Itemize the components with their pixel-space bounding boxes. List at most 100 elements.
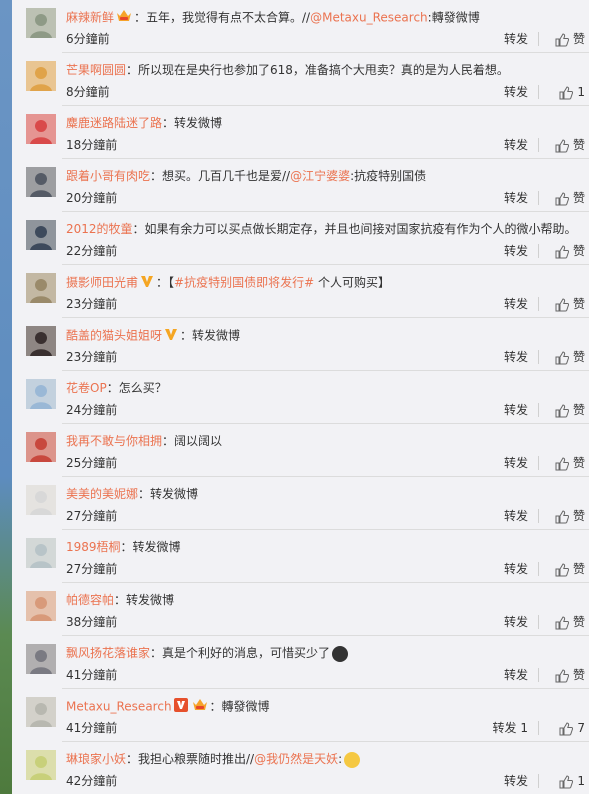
- like-button[interactable]: 赞: [555, 401, 585, 419]
- repost-button[interactable]: 转发 1: [493, 719, 528, 737]
- avatar[interactable]: [26, 697, 56, 727]
- username-link[interactable]: 帕德容帕: [66, 593, 114, 607]
- username-link[interactable]: 2012的牧童: [66, 222, 133, 236]
- mention-link[interactable]: @Metaxu_Research: [310, 11, 428, 25]
- like-label: 赞: [572, 350, 585, 364]
- thumbs-up-icon: [559, 721, 577, 735]
- repost-button[interactable]: 转发: [504, 454, 528, 472]
- avatar[interactable]: [26, 8, 56, 38]
- username-link[interactable]: 跟着小哥有肉吃: [66, 169, 150, 183]
- username-link[interactable]: 1989梧桐: [66, 540, 121, 554]
- username-link[interactable]: 飘风扬花落谁家: [66, 646, 150, 660]
- comment-row: 琳琅家小妖：我担心粮票随时推出//@我仍然是天妖: 42分鐘前 转发 1: [12, 742, 589, 794]
- like-button[interactable]: 赞: [555, 507, 585, 525]
- verified-red-v-icon[interactable]: [173, 698, 188, 716]
- avatar[interactable]: [26, 273, 56, 303]
- avatar[interactable]: [26, 114, 56, 144]
- repost-button[interactable]: 转发: [504, 507, 528, 525]
- repost-button[interactable]: 转发: [504, 613, 528, 631]
- action-divider: [538, 138, 539, 152]
- like-button[interactable]: 7: [559, 719, 585, 737]
- timestamp: 27分鐘前: [66, 509, 118, 523]
- avatar[interactable]: [26, 432, 56, 462]
- username-link[interactable]: 麻辣新鲜: [66, 11, 114, 25]
- comment-row: 跟着小哥有肉吃：想买。几百几千也是爱//@江宁婆婆:抗疫特别国债 20分鐘前 转发 赞: [12, 159, 589, 212]
- avatar[interactable]: [26, 591, 56, 621]
- repost-button[interactable]: 转发: [504, 560, 528, 578]
- avatar[interactable]: [26, 538, 56, 568]
- avatar[interactable]: [26, 220, 56, 250]
- repost-button[interactable]: 转发: [504, 83, 528, 101]
- repost-button[interactable]: 转发: [504, 242, 528, 260]
- avatar[interactable]: [26, 61, 56, 91]
- thumbs-up-icon: [555, 403, 573, 417]
- action-divider: [538, 668, 539, 682]
- like-button[interactable]: 赞: [555, 242, 585, 260]
- comment-text-line: 麋鹿迷路陆迷了路：转发微博: [66, 115, 222, 131]
- repost-button[interactable]: 转发: [504, 401, 528, 419]
- avatar[interactable]: [26, 167, 56, 197]
- thumbs-up-icon: [559, 774, 577, 788]
- username-link[interactable]: 麋鹿迷路陆迷了路: [66, 116, 162, 130]
- timestamp: 42分鐘前: [66, 774, 118, 788]
- avatar[interactable]: [26, 326, 56, 356]
- username-link[interactable]: 美美的美妮娜: [66, 487, 138, 501]
- verified-gold-v-icon[interactable]: [164, 327, 178, 345]
- verified-gold-v-icon[interactable]: [140, 274, 154, 292]
- comment-actions: 转发 赞: [449, 613, 589, 631]
- vip-crown-icon[interactable]: [192, 698, 208, 716]
- username-link[interactable]: 琳琅家小妖: [66, 752, 126, 766]
- repost-button[interactable]: 转发: [504, 30, 528, 48]
- thumbs-up-icon: [555, 191, 573, 205]
- hashtag-link[interactable]: #抗疫特别国债即将发行#: [174, 276, 314, 290]
- like-button[interactable]: 1: [559, 772, 585, 790]
- comment-body: ：我担心粮票随时推出//: [126, 752, 255, 766]
- repost-button[interactable]: 转发: [504, 348, 528, 366]
- username-link[interactable]: 花卷OP: [66, 381, 107, 395]
- avatar[interactable]: [26, 485, 56, 515]
- comment-body: ：转发微博: [180, 328, 241, 343]
- repost-button[interactable]: 转发: [504, 189, 528, 207]
- like-button[interactable]: 赞: [555, 295, 585, 313]
- avatar[interactable]: [26, 379, 56, 409]
- avatar[interactable]: [26, 750, 56, 780]
- like-button[interactable]: 赞: [555, 560, 585, 578]
- mention-link[interactable]: @江宁婆婆: [290, 169, 350, 183]
- like-label: 赞: [572, 191, 585, 205]
- action-divider: [538, 456, 539, 470]
- like-button[interactable]: 赞: [555, 666, 585, 684]
- comment-text-line: 帕德容帕：转发微博: [66, 592, 174, 608]
- username-link[interactable]: 摄影师田光甫: [66, 276, 138, 290]
- repost-button[interactable]: 转发: [504, 772, 528, 790]
- like-label: 赞: [572, 668, 585, 682]
- username-link[interactable]: 芒果啊圆圆: [66, 63, 126, 77]
- repost-button[interactable]: 转发: [504, 136, 528, 154]
- username-link[interactable]: 我再不敢与你相拥: [66, 434, 162, 448]
- comment-row: 酷盖的猫头姐姐呀 ：转发微博 23分鐘前 转发 赞: [12, 318, 589, 371]
- comment-row: 花卷OP：怎么买？ 24分鐘前 转发 赞: [12, 371, 589, 424]
- vip-crown-icon[interactable]: [116, 9, 132, 27]
- thumbs-up-icon: [555, 668, 573, 682]
- like-button[interactable]: 1: [559, 83, 585, 101]
- action-divider: [538, 721, 539, 735]
- like-button[interactable]: 赞: [555, 454, 585, 472]
- repost-button[interactable]: 转发: [504, 295, 528, 313]
- like-button[interactable]: 赞: [555, 613, 585, 631]
- like-button[interactable]: 赞: [555, 136, 585, 154]
- like-button[interactable]: 赞: [555, 348, 585, 366]
- comment-body: ：转发微博: [138, 487, 199, 501]
- like-button[interactable]: 赞: [555, 189, 585, 207]
- comment-text-line: 琳琅家小妖：我担心粮票随时推出//@我仍然是天妖:: [66, 751, 361, 768]
- comment-body: ：怎么买？: [106, 381, 167, 395]
- comment-row: 1989梧桐：转发微博 27分鐘前 转发赞: [12, 530, 589, 583]
- repost-button[interactable]: 转发: [504, 666, 528, 684]
- username-link[interactable]: 酷盖的猫头姐姐呀: [66, 329, 162, 343]
- avatar[interactable]: [26, 644, 56, 674]
- mention-link[interactable]: @我仍然是天妖: [254, 752, 338, 766]
- timestamp: 23分鐘前: [66, 297, 118, 311]
- action-divider: [538, 615, 539, 629]
- comment-body: ：如果有余力可以买点做长期定存，并且也间接对国家抗疫有作为个人的微小帮助。: [132, 222, 577, 236]
- like-button[interactable]: 赞: [555, 30, 585, 48]
- comment-body: ：轉發微博: [209, 699, 270, 714]
- username-link[interactable]: Metaxu_Research: [66, 700, 172, 714]
